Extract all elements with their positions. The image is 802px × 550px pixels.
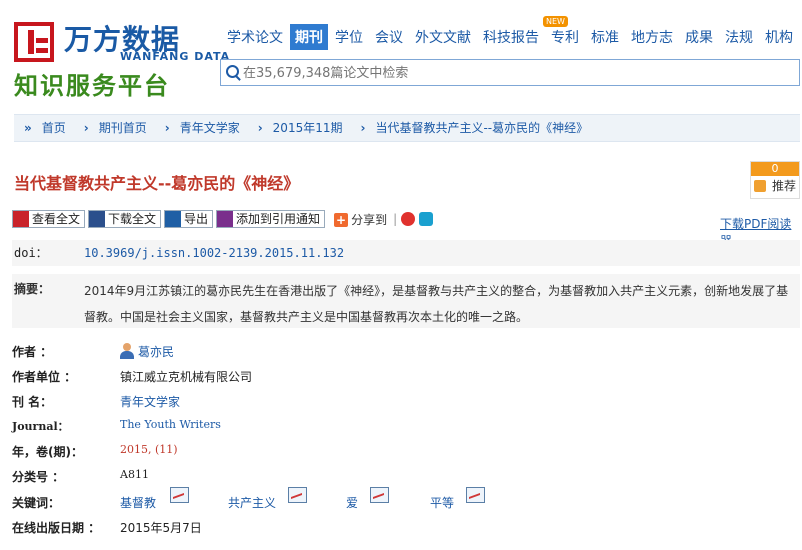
nav-item-laws[interactable]: 法规	[720, 24, 758, 50]
author-label: 作者 ：	[12, 345, 53, 359]
export-button[interactable]: 导出	[164, 210, 214, 228]
author-link[interactable]: 葛亦民	[138, 343, 174, 360]
download-icon	[89, 211, 106, 227]
nav-item-journals[interactable]: 期刊	[290, 24, 328, 50]
thumbs-up-icon	[754, 180, 766, 192]
keyword-link[interactable]: 爱	[346, 494, 358, 511]
download-fulltext-button[interactable]: 下载全文	[88, 210, 162, 228]
breadcrumb-journal[interactable]: 青年文学家	[180, 121, 240, 135]
org-value: 镇江威立克机械有限公司	[120, 370, 253, 384]
breadcrumb-home[interactable]: 首页	[42, 121, 66, 135]
nav-item-papers[interactable]: 学术论文	[222, 24, 288, 50]
nav-item-results[interactable]: 成果	[680, 24, 718, 50]
share-button[interactable]: + 分享到	[334, 211, 387, 228]
nav-item-foreign[interactable]: 外文文献	[410, 24, 476, 50]
abstract-label: 摘要：	[14, 282, 51, 296]
tencent-weibo-icon[interactable]	[419, 212, 434, 226]
new-badge: NEW	[543, 16, 568, 27]
keyword-link[interactable]: 共产主义	[228, 494, 276, 511]
journal-en-label: Journal：	[12, 420, 69, 433]
article-title: 当代基督教共产主义--葛亦民的《神经》	[14, 174, 300, 193]
breadcrumb-issue[interactable]: 2015年11期	[273, 121, 343, 135]
class-value: A811	[120, 468, 149, 481]
recommend-count: 0	[751, 162, 799, 176]
person-icon	[120, 343, 134, 359]
citation-icon	[217, 211, 234, 227]
keywords-label: 关键词：	[12, 496, 61, 510]
nav-item-conference[interactable]: 会议	[370, 24, 408, 50]
abstract-row: 摘要： 2014年9月江苏镇江的葛亦民先生在香港出版了《神经》，是基督教与共产主…	[12, 274, 800, 328]
view-fulltext-label: 查看全文	[32, 212, 81, 226]
journal-label: 刊 名：	[12, 395, 53, 409]
keyword-trend-icon[interactable]	[288, 487, 307, 503]
breadcrumb-current: 当代基督教共产主义--葛亦民的《神经》	[375, 121, 589, 135]
doi-value[interactable]: 10.3969/j.issn.1002-2139.2015.11.132	[84, 240, 344, 266]
export-label: 导出	[184, 212, 209, 226]
share-plus-icon: +	[334, 212, 349, 227]
nav-item-degree[interactable]: 学位	[330, 24, 368, 50]
search-icon[interactable]	[226, 65, 239, 78]
class-label: 分类号 ：	[12, 470, 65, 484]
keyword-trend-icon[interactable]	[466, 487, 485, 503]
keyword-trend-icon[interactable]	[370, 487, 389, 503]
search-input[interactable]	[221, 60, 785, 87]
export-icon	[165, 211, 182, 227]
main-nav: 学术论文 期刊 学位 会议 外文文献 科技报告 专利 标准 地方志 成果 法规 机构	[222, 24, 800, 50]
weibo-icon[interactable]	[401, 212, 416, 226]
keyword-link[interactable]: 基督教	[120, 494, 156, 511]
nav-item-tech-report[interactable]: 科技报告	[478, 24, 544, 50]
pdf-icon	[13, 211, 29, 227]
keyword-link[interactable]: 平等	[430, 494, 454, 511]
add-citation-button[interactable]: 添加到引用通知	[216, 210, 326, 228]
date-label: 在线出版日期 ：	[12, 521, 101, 535]
breadcrumb-journal-home[interactable]: 期刊首页	[99, 121, 147, 135]
logo-english: WANFANG DATA	[120, 50, 231, 63]
nav-item-standard[interactable]: 标准	[586, 24, 624, 50]
year-value[interactable]: 2015, (11)	[120, 443, 178, 456]
add-citation-label: 添加到引用通知	[236, 212, 321, 226]
nav-item-local[interactable]: 地方志	[626, 24, 678, 50]
recommend-button[interactable]: 0 推荐	[750, 161, 800, 199]
nav-item-patent[interactable]: 专利	[546, 24, 584, 50]
journal-en-link[interactable]: The Youth Writers	[120, 418, 221, 431]
platform-slogan: 知识服务平台	[14, 72, 170, 100]
search-box	[220, 59, 800, 87]
doi-label: doi：	[14, 246, 48, 260]
view-fulltext-button[interactable]: 查看全文	[12, 210, 86, 228]
org-label: 作者单位 ：	[12, 370, 77, 384]
action-bar: 查看全文 下载全文 导出 添加到引用通知 + 分享到 |	[12, 210, 434, 230]
breadcrumb: » 首页 › 期刊首页 › 青年文学家 › 2015年11期 › 当代基督教共产主义--葛亦民的《…	[14, 114, 800, 142]
abstract-text: 2014年9月江苏镇江的葛亦民先生在香港出版了《神经》，是基督教与共产主义的整合…	[84, 284, 789, 324]
wanfang-logo-icon[interactable]	[14, 22, 54, 62]
year-label: 年，卷(期)：	[12, 445, 83, 459]
download-fulltext-label: 下载全文	[108, 212, 157, 226]
share-label: 分享到	[351, 212, 388, 227]
nav-item-institution[interactable]: 机构	[760, 24, 798, 50]
doi-row: doi： 10.3969/j.issn.1002-2139.2015.11.13…	[12, 240, 800, 266]
journal-link[interactable]: 青年文学家	[120, 393, 180, 410]
date-value: 2015年5月7日	[120, 521, 202, 535]
keyword-trend-icon[interactable]	[170, 487, 189, 503]
